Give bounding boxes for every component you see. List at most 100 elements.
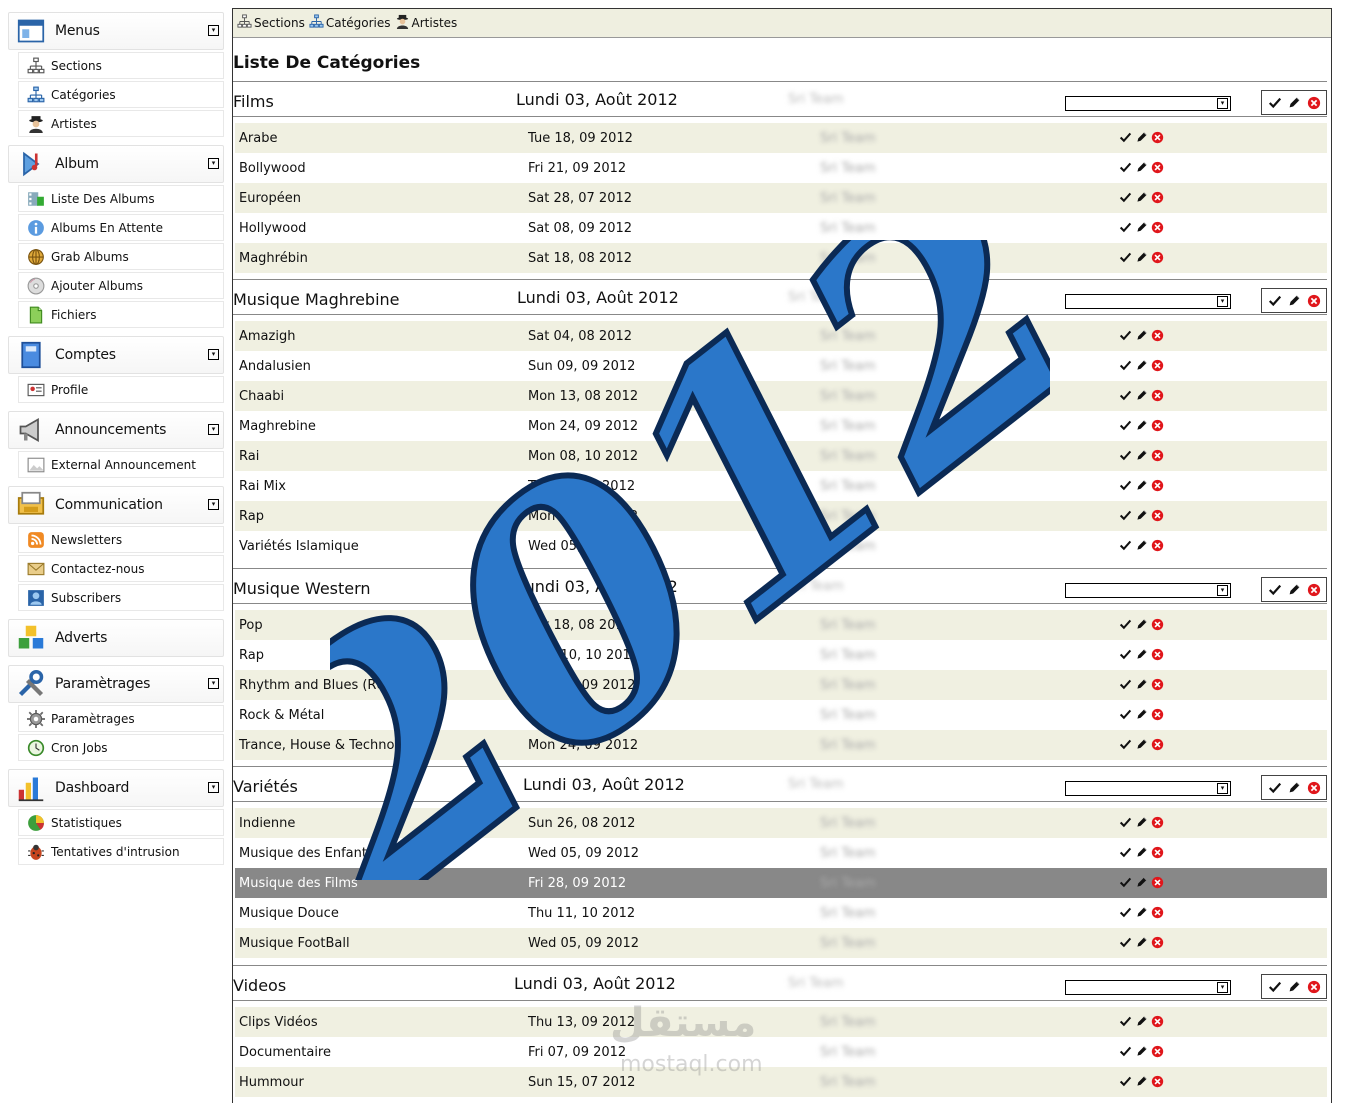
- toolbar-link-artistes[interactable]: Artistes: [395, 14, 457, 32]
- pencil-icon[interactable]: [1135, 678, 1148, 691]
- check-icon[interactable]: [1268, 96, 1282, 110]
- delete-icon[interactable]: [1151, 479, 1164, 492]
- pencil-icon[interactable]: [1287, 980, 1301, 994]
- collapse-toggle-icon[interactable]: ▾: [208, 499, 219, 510]
- table-row[interactable]: Musique FootBall Wed 05, 09 2012 Sri Tea…: [235, 928, 1327, 958]
- pencil-icon[interactable]: [1135, 1075, 1148, 1088]
- check-icon[interactable]: [1119, 1015, 1132, 1028]
- delete-icon[interactable]: [1151, 876, 1164, 889]
- delete-icon[interactable]: [1151, 678, 1164, 691]
- delete-icon[interactable]: [1151, 1015, 1164, 1028]
- delete-icon[interactable]: [1151, 936, 1164, 949]
- check-icon[interactable]: [1119, 479, 1132, 492]
- delete-icon[interactable]: [1151, 618, 1164, 631]
- check-icon[interactable]: [1268, 294, 1282, 308]
- table-row[interactable]: Rock & Métal Thu 13, 09 2012 Sri Team: [235, 700, 1327, 730]
- check-icon[interactable]: [1119, 618, 1132, 631]
- pencil-icon[interactable]: [1135, 816, 1148, 829]
- check-icon[interactable]: [1119, 131, 1132, 144]
- pencil-icon[interactable]: [1135, 618, 1148, 631]
- delete-icon[interactable]: [1151, 1075, 1164, 1088]
- pencil-icon[interactable]: [1135, 191, 1148, 204]
- pencil-icon[interactable]: [1135, 389, 1148, 402]
- sidebar-item-tentativesdintrusion[interactable]: Tentatives d'intrusion: [18, 838, 224, 865]
- section-select[interactable]: ▾: [1065, 294, 1231, 309]
- delete-icon[interactable]: [1151, 191, 1164, 204]
- pencil-icon[interactable]: [1287, 781, 1301, 795]
- table-row[interactable]: Amazigh Sat 04, 08 2012 Sri Team: [235, 321, 1327, 351]
- check-icon[interactable]: [1119, 708, 1132, 721]
- delete-icon[interactable]: [1151, 131, 1164, 144]
- delete-icon[interactable]: [1151, 251, 1164, 264]
- section-select[interactable]: ▾: [1065, 583, 1231, 598]
- delete-icon[interactable]: [1151, 419, 1164, 432]
- delete-icon[interactable]: [1151, 738, 1164, 751]
- check-icon[interactable]: [1119, 191, 1132, 204]
- section-select[interactable]: ▾: [1065, 96, 1231, 111]
- check-icon[interactable]: [1119, 389, 1132, 402]
- delete-icon[interactable]: [1151, 221, 1164, 234]
- pencil-icon[interactable]: [1135, 936, 1148, 949]
- collapse-toggle-icon[interactable]: ▾: [208, 424, 219, 435]
- pencil-icon[interactable]: [1135, 876, 1148, 889]
- sidebar-group-menus[interactable]: Menus ▾: [8, 12, 224, 50]
- pencil-icon[interactable]: [1135, 131, 1148, 144]
- pencil-icon[interactable]: [1135, 509, 1148, 522]
- check-icon[interactable]: [1119, 161, 1132, 174]
- pencil-icon[interactable]: [1287, 96, 1301, 110]
- delete-icon[interactable]: [1151, 1045, 1164, 1058]
- pencil-icon[interactable]: [1135, 221, 1148, 234]
- pencil-icon[interactable]: [1135, 479, 1148, 492]
- sidebar-item-subscribers[interactable]: Subscribers: [18, 584, 224, 611]
- toolbar-link-sections[interactable]: Sections: [237, 14, 305, 32]
- table-row[interactable]: Bollywood Fri 21, 09 2012 Sri Team: [235, 153, 1327, 183]
- sidebar-item-paramtrages[interactable]: Paramètrages: [18, 705, 224, 732]
- pencil-icon[interactable]: [1287, 294, 1301, 308]
- table-row[interactable]: Rai Mon 08, 10 2012 Sri Team: [235, 441, 1327, 471]
- check-icon[interactable]: [1119, 419, 1132, 432]
- table-row[interactable]: Hollywood Sat 08, 09 2012 Sri Team: [235, 213, 1327, 243]
- sidebar-group-paramtrages[interactable]: Paramètrages ▾: [8, 665, 224, 703]
- sidebar-group-communication[interactable]: Communication ▾: [8, 486, 224, 524]
- table-row[interactable]: Musique des Films Fri 28, 09 2012 Sri Te…: [235, 868, 1327, 898]
- delete-icon[interactable]: [1307, 96, 1321, 110]
- check-icon[interactable]: [1119, 1045, 1132, 1058]
- table-row[interactable]: Européen Sat 28, 07 2012 Sri Team: [235, 183, 1327, 213]
- check-icon[interactable]: [1119, 648, 1132, 661]
- delete-icon[interactable]: [1151, 449, 1164, 462]
- delete-icon[interactable]: [1151, 648, 1164, 661]
- table-row[interactable]: Pop Sat 18, 08 2012 Sri Team: [235, 610, 1327, 640]
- pencil-icon[interactable]: [1135, 648, 1148, 661]
- sidebar-group-comptes[interactable]: Comptes ▾: [8, 336, 224, 374]
- collapse-toggle-icon[interactable]: ▾: [208, 349, 219, 360]
- check-icon[interactable]: [1119, 359, 1132, 372]
- check-icon[interactable]: [1119, 936, 1132, 949]
- check-icon[interactable]: [1119, 221, 1132, 234]
- sidebar-group-announcements[interactable]: Announcements ▾: [8, 411, 224, 449]
- delete-icon[interactable]: [1307, 980, 1321, 994]
- delete-icon[interactable]: [1151, 906, 1164, 919]
- table-row[interactable]: Rai Mix Thu 09, 08 2012 Sri Team: [235, 471, 1327, 501]
- pencil-icon[interactable]: [1135, 329, 1148, 342]
- pencil-icon[interactable]: [1135, 449, 1148, 462]
- delete-icon[interactable]: [1151, 389, 1164, 402]
- delete-icon[interactable]: [1307, 583, 1321, 597]
- pencil-icon[interactable]: [1135, 1015, 1148, 1028]
- table-row[interactable]: Musique Douce Thu 11, 10 2012 Sri Team: [235, 898, 1327, 928]
- collapse-toggle-icon[interactable]: ▾: [208, 25, 219, 36]
- table-row[interactable]: Rap Mon 06, 08 2012 Sri Team: [235, 501, 1327, 531]
- table-row[interactable]: Musique des Enfants Wed 05, 09 2012 Sri …: [235, 838, 1327, 868]
- pencil-icon[interactable]: [1135, 419, 1148, 432]
- sidebar-item-fichiers[interactable]: Fichiers: [18, 301, 224, 328]
- check-icon[interactable]: [1119, 738, 1132, 751]
- table-row[interactable]: Indienne Sun 26, 08 2012 Sri Team: [235, 808, 1327, 838]
- pencil-icon[interactable]: [1135, 738, 1148, 751]
- table-row[interactable]: Clips Vidéos Thu 13, 09 2012 Sri Team: [235, 1007, 1327, 1037]
- section-select[interactable]: ▾: [1065, 781, 1231, 796]
- table-row[interactable]: Arabe Tue 18, 09 2012 Sri Team: [235, 123, 1327, 153]
- delete-icon[interactable]: [1151, 846, 1164, 859]
- table-row[interactable]: Rap Wed 10, 10 2012 Sri Team: [235, 640, 1327, 670]
- pencil-icon[interactable]: [1135, 161, 1148, 174]
- table-row[interactable]: Maghrebine Mon 24, 09 2012 Sri Team: [235, 411, 1327, 441]
- delete-icon[interactable]: [1307, 781, 1321, 795]
